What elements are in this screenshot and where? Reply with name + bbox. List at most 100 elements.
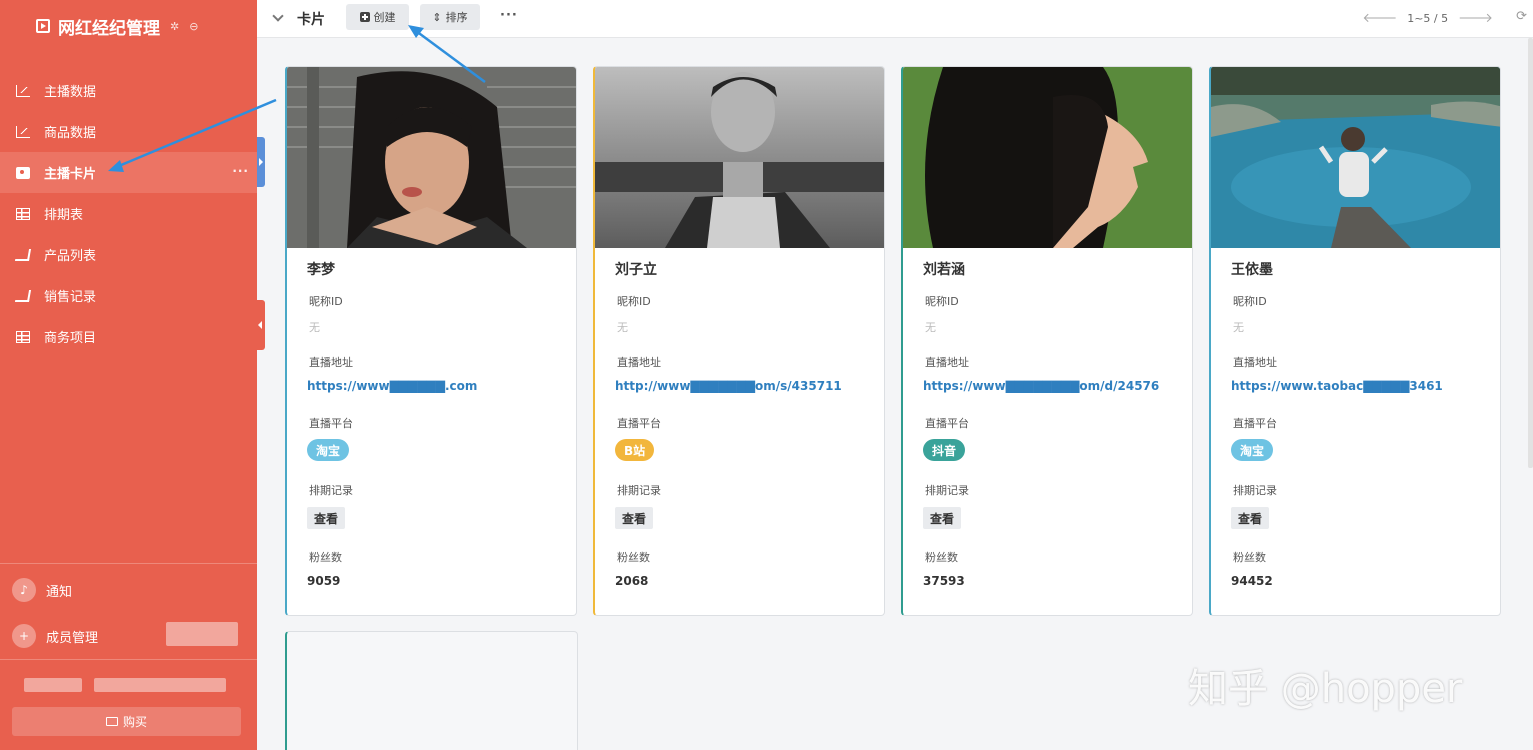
field-label: 昵称ID: [617, 295, 651, 308]
stream-url-link[interactable]: https://www▇▇▇▇▇▇▇▇om/d/24576: [923, 379, 1159, 393]
sidebar-item-sales-records[interactable]: 销售记录: [0, 275, 257, 316]
sidebar-item-label: 商品数据: [44, 126, 97, 141]
table-grid-icon: [16, 207, 30, 220]
field-label: 直播平台: [617, 417, 661, 430]
scrollbar[interactable]: [1528, 38, 1533, 468]
field-label: 直播地址: [925, 356, 969, 369]
anchor-photo: [287, 67, 576, 248]
fans-count: 37593: [923, 574, 965, 588]
view-schedule-button[interactable]: 查看: [1231, 507, 1270, 529]
sort-button[interactable]: ⇕ 排序: [420, 4, 480, 30]
anchor-card[interactable]: 刘子立 昵称ID 无 直播地址 http://www▇▇▇▇▇▇▇om/s/43…: [593, 66, 885, 616]
sidebar: 网红经纪管理 ✲ ⊖ 主播数据 商品数据 主播卡片 ··· 排期表 产品列表 销…: [0, 0, 257, 750]
add-user-icon: +: [12, 624, 36, 648]
anchor-card[interactable]: 李梦 昵称ID 无 直播地址 https://www▇▇▇▇▇▇.com 直播平…: [285, 66, 577, 616]
create-button[interactable]: 创建: [346, 4, 409, 30]
refresh-icon[interactable]: ⟳: [1516, 9, 1527, 24]
sidebar-divider: [0, 659, 257, 660]
stream-url-link[interactable]: https://www.taobac▇▇▇▇▇3461: [1231, 379, 1443, 393]
line-chart-icon: [16, 84, 30, 97]
field-empty-value: 无: [617, 321, 628, 334]
field-label: 粉丝数: [617, 551, 650, 564]
field-empty-value: 无: [309, 321, 320, 334]
field-label: 粉丝数: [309, 551, 342, 564]
sidebar-item-schedule[interactable]: 排期表: [0, 193, 257, 234]
view-toolbar: 卡片 创建 ⇕ 排序 ··· 🡐 1~5 / 5 🡒 ⟳: [257, 0, 1533, 38]
notifications-item[interactable]: ♪ 通知: [12, 578, 72, 602]
sidebar-item-business-projects[interactable]: 商务项目: [0, 316, 257, 357]
plus-square-icon: [359, 12, 370, 22]
members-item[interactable]: + 成员管理: [12, 624, 98, 648]
field-empty-value: 无: [925, 321, 936, 334]
collapse-circle-icon[interactable]: ⊖: [189, 20, 198, 33]
sidebar-item-label: 排期表: [44, 208, 84, 223]
redacted-user-name: [24, 678, 82, 692]
stream-url-link[interactable]: http://www▇▇▇▇▇▇▇om/s/435711: [615, 379, 842, 393]
sidebar-item-anchor-data[interactable]: 主播数据: [0, 70, 257, 111]
sidebar-item-label: 主播卡片: [44, 167, 97, 182]
watermark: 知乎 @hopper: [1188, 666, 1463, 712]
sidebar-collapse-handle[interactable]: [257, 300, 265, 350]
field-empty-value: 无: [1233, 321, 1244, 334]
sidebar-item-label: 主播数据: [44, 85, 97, 100]
platform-tag: 抖音: [923, 439, 966, 461]
app-logo-icon: [36, 19, 50, 33]
card-name: 李梦: [307, 262, 335, 278]
more-options-button[interactable]: ···: [500, 8, 518, 23]
arrow-left-icon[interactable]: 🡐: [1362, 10, 1397, 26]
app-header: 网红经纪管理 ✲ ⊖: [36, 14, 198, 39]
sidebar-item-product-data[interactable]: 商品数据: [0, 111, 257, 152]
buy-label: 购买: [122, 715, 147, 729]
anchor-card[interactable]: 王依墨 昵称ID 无 直播地址 https://www.taobac▇▇▇▇▇3…: [1209, 66, 1501, 616]
view-title[interactable]: 卡片: [297, 9, 325, 29]
more-options-icon[interactable]: ···: [232, 164, 249, 178]
sidebar-item-product-list[interactable]: 产品列表: [0, 234, 257, 275]
settings-icon[interactable]: ✲: [170, 20, 179, 33]
card-name: 刘子立: [615, 262, 657, 278]
anchor-photo: [595, 67, 884, 248]
sort-icon: ⇕: [432, 10, 442, 24]
sidebar-divider: [0, 563, 257, 564]
sidebar-item-anchor-cards[interactable]: 主播卡片 ···: [0, 152, 257, 193]
platform-tag: 淘宝: [1231, 439, 1274, 461]
anchor-photo: [903, 67, 1192, 248]
view-schedule-button[interactable]: 查看: [923, 507, 962, 529]
field-label: 排期记录: [1233, 484, 1277, 497]
sidebar-expand-handle[interactable]: [257, 137, 265, 187]
chevron-down-icon[interactable]: [273, 11, 283, 21]
cart-icon: [14, 289, 32, 302]
contact-card-icon: [16, 166, 30, 179]
field-label: 排期记录: [925, 484, 969, 497]
sidebar-nav: 主播数据 商品数据 主播卡片 ··· 排期表 产品列表 销售记录 商务项目: [0, 70, 257, 357]
view-schedule-button[interactable]: 查看: [307, 507, 346, 529]
field-label: 直播地址: [1233, 356, 1277, 369]
pagination: 🡐 1~5 / 5 🡒: [1362, 10, 1493, 26]
members-label: 成员管理: [46, 630, 99, 646]
sidebar-item-label: 商务项目: [44, 331, 97, 346]
field-label: 排期记录: [617, 484, 661, 497]
field-label: 昵称ID: [1233, 295, 1267, 308]
field-label: 昵称ID: [309, 295, 343, 308]
anchor-card[interactable]: 刘若涵 昵称ID 无 直播地址 https://www▇▇▇▇▇▇▇▇om/d/…: [901, 66, 1193, 616]
buy-button[interactable]: 购买: [12, 707, 241, 736]
create-label: 创建: [373, 11, 396, 24]
notifications-label: 通知: [46, 584, 73, 600]
fans-count: 2068: [615, 574, 649, 588]
field-label: 直播地址: [309, 356, 353, 369]
card-name: 刘若涵: [923, 262, 965, 278]
arrow-right-icon[interactable]: 🡒: [1458, 10, 1493, 26]
fans-count: 9059: [307, 574, 341, 588]
table-grid-icon: [16, 330, 30, 343]
field-label: 直播平台: [925, 417, 969, 430]
platform-tag: B站: [615, 439, 655, 461]
sort-label: 排序: [445, 11, 468, 24]
stream-url-link[interactable]: https://www▇▇▇▇▇▇.com: [307, 379, 477, 393]
view-schedule-button[interactable]: 查看: [615, 507, 654, 529]
new-card-slot[interactable]: [285, 631, 578, 750]
field-label: 直播地址: [617, 356, 661, 369]
platform-tag: 淘宝: [307, 439, 350, 461]
field-label: 排期记录: [309, 484, 353, 497]
redacted-workspace: [94, 678, 226, 692]
field-label: 昵称ID: [925, 295, 959, 308]
app-title: 网红经纪管理: [58, 18, 160, 39]
